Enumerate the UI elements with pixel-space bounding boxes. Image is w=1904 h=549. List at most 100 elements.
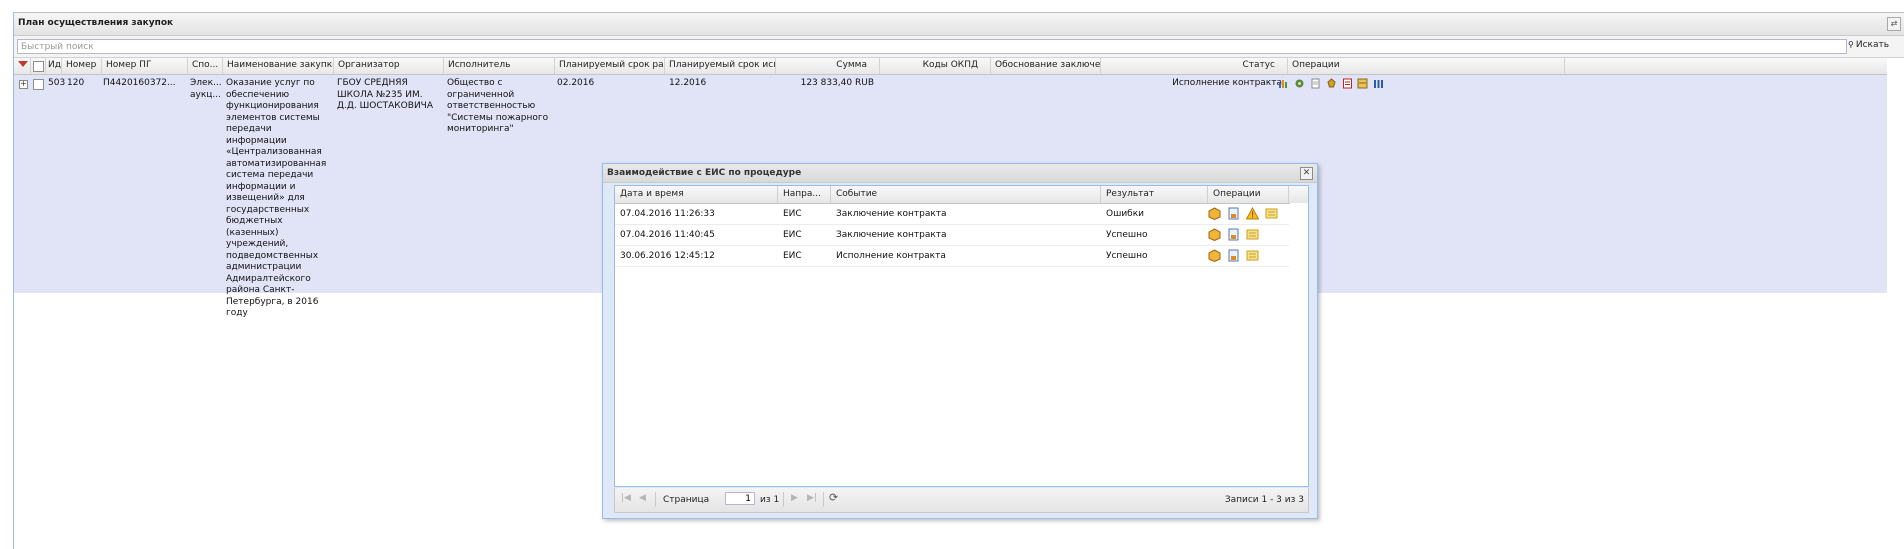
cell-plan-placement: 02.2016 bbox=[557, 78, 595, 88]
col-executor[interactable]: Исполнитель bbox=[444, 58, 555, 74]
quick-search-input[interactable] bbox=[17, 39, 1847, 54]
search-button-label: Искать bbox=[1855, 40, 1890, 50]
col-event[interactable]: Событие bbox=[831, 186, 1101, 203]
chart-icon[interactable] bbox=[1278, 78, 1289, 89]
row-operations bbox=[1278, 78, 1386, 90]
filter-icon bbox=[18, 61, 28, 67]
cell-result: Успешно bbox=[1106, 251, 1148, 261]
cell-datetime: 07.04.2016 11:26:33 bbox=[620, 209, 715, 219]
search-bar: ⚲Искать bbox=[14, 36, 1904, 58]
document-icon[interactable] bbox=[1310, 78, 1321, 89]
col-status[interactable]: Статус bbox=[1101, 58, 1288, 74]
document-icon[interactable] bbox=[1227, 207, 1240, 220]
select-all-column bbox=[31, 58, 46, 74]
col-name[interactable]: Наименование закупки bbox=[223, 58, 334, 74]
cell-method: Элек... аукц... bbox=[190, 78, 222, 100]
stats-icon[interactable] bbox=[1373, 78, 1384, 89]
cell-event: Исполнение контракта bbox=[836, 251, 946, 261]
dialog-scrollbar[interactable] bbox=[1290, 203, 1308, 486]
col-pg-number[interactable]: Номер ПГ bbox=[102, 58, 188, 74]
page-number-input[interactable] bbox=[725, 492, 755, 505]
binoculars-icon: ⚲ bbox=[1848, 40, 1854, 49]
document-icon[interactable] bbox=[1227, 228, 1240, 241]
col-result[interactable]: Результат bbox=[1101, 186, 1208, 203]
gear-icon[interactable] bbox=[1294, 78, 1305, 89]
cell-status: Исполнение контракта bbox=[1172, 78, 1282, 88]
eis-interaction-dialog: Взаимодействие с ЕИС по процедуре ✕ Дата… bbox=[602, 163, 1318, 519]
note-icon[interactable] bbox=[1246, 228, 1259, 241]
search-button[interactable]: ⚲ Искать bbox=[1848, 40, 1889, 50]
col-dialog-operations[interactable]: Операции bbox=[1208, 186, 1289, 203]
col-plan-execution[interactable]: Планируемый срок исп... bbox=[665, 58, 776, 74]
page-label: Страница bbox=[663, 495, 710, 505]
cell-number: 120 bbox=[67, 78, 85, 88]
cell-datetime: 30.06.2016 12:45:12 bbox=[620, 251, 715, 261]
cell-event: Заключение контракта bbox=[836, 230, 947, 240]
grid-header: Иде Номер Номер ПГ Спо... Наименование з… bbox=[14, 58, 1887, 75]
last-page-icon[interactable]: ▶| bbox=[807, 493, 817, 503]
pager-separator bbox=[783, 492, 784, 507]
select-all-checkbox[interactable] bbox=[33, 61, 44, 72]
col-method[interactable]: Спо... bbox=[188, 58, 223, 74]
cell-pg-number: П4420160372... bbox=[103, 78, 176, 88]
table-row[interactable]: 30.06.2016 12:45:12 ЕИС Исполнение контр… bbox=[615, 246, 1289, 267]
archive-icon[interactable] bbox=[1357, 78, 1368, 89]
cell-executor: Общество с ограниченной ответственностью… bbox=[447, 78, 549, 134]
dialog-title: Взаимодействие с ЕИС по процедуре bbox=[607, 168, 802, 178]
emblem-icon[interactable] bbox=[1326, 78, 1337, 89]
row-operations bbox=[1208, 228, 1262, 241]
cell-plan-execution: 12.2016 bbox=[669, 78, 707, 88]
page-count-label: из 1 bbox=[760, 495, 780, 505]
col-sum[interactable]: Сумма bbox=[776, 58, 880, 74]
pager-separator bbox=[655, 492, 656, 507]
col-plan-placement[interactable]: Планируемый срок раз... bbox=[555, 58, 665, 74]
col-operations[interactable]: Операции bbox=[1288, 58, 1565, 74]
cell-result: Успешно bbox=[1106, 230, 1148, 240]
filter-column[interactable] bbox=[14, 58, 31, 74]
cell-direction: ЕИС bbox=[783, 209, 802, 219]
pagination-toolbar: |◀ ◀ Страница из 1 ▶ ▶| ⟳ Записи 1 - 3 и… bbox=[614, 488, 1309, 513]
cell-organizer: ГБОУ СРЕДНЯЯ ШКОЛА №235 ИМ. Д.Д. ШОСТАКО… bbox=[337, 78, 433, 111]
dialog-header: Взаимодействие с ЕИС по процедуре ✕ bbox=[603, 164, 1317, 183]
package-icon[interactable] bbox=[1208, 207, 1221, 220]
refresh-icon[interactable]: ⟳ bbox=[829, 492, 842, 505]
dialog-grid: Дата и время Напра... Событие Результат … bbox=[614, 185, 1309, 487]
row-expand-icon[interactable]: + bbox=[19, 80, 28, 89]
cell-name: Оказание услуг по обеспечению функционир… bbox=[226, 78, 327, 318]
prev-page-icon[interactable]: ◀ bbox=[639, 493, 646, 503]
package-icon[interactable] bbox=[1208, 228, 1221, 241]
cell-event: Заключение контракта bbox=[836, 209, 947, 219]
first-page-icon[interactable]: |◀ bbox=[621, 493, 631, 503]
cell-result: Ошибки bbox=[1106, 209, 1145, 219]
row-checkbox[interactable] bbox=[33, 79, 44, 90]
col-id[interactable]: Иде bbox=[46, 58, 62, 74]
panel-title: План осуществления закупок bbox=[18, 18, 174, 28]
table-row[interactable]: 07.04.2016 11:40:45 ЕИС Заключение контр… bbox=[615, 225, 1289, 246]
cell-sum: 123 833,40 RUB bbox=[800, 78, 874, 88]
next-page-icon[interactable]: ▶ bbox=[791, 493, 798, 503]
records-info: Записи 1 - 3 из 3 bbox=[1224, 495, 1304, 505]
report-icon[interactable] bbox=[1342, 78, 1353, 89]
cell-id: 503 bbox=[48, 78, 66, 88]
note-icon[interactable] bbox=[1265, 207, 1278, 220]
col-direction[interactable]: Напра... bbox=[778, 186, 831, 203]
panel-refresh-icon[interactable]: ⇄ bbox=[1887, 17, 1901, 31]
col-justification[interactable]: Обоснование заключе... bbox=[991, 58, 1101, 74]
col-datetime[interactable]: Дата и время bbox=[615, 186, 778, 203]
document-icon[interactable] bbox=[1227, 249, 1240, 262]
row-operations bbox=[1208, 249, 1262, 262]
col-okpd[interactable]: Коды ОКПД bbox=[880, 58, 991, 74]
col-number[interactable]: Номер bbox=[62, 58, 102, 74]
panel-header: План осуществления закупок ⇄ bbox=[14, 13, 1904, 36]
pager-separator bbox=[823, 492, 824, 507]
row-operations bbox=[1208, 207, 1281, 220]
warning-icon[interactable] bbox=[1245, 207, 1259, 220]
dialog-grid-header: Дата и время Напра... Событие Результат … bbox=[615, 186, 1308, 204]
cell-datetime: 07.04.2016 11:40:45 bbox=[620, 230, 715, 240]
cell-direction: ЕИС bbox=[783, 251, 802, 261]
table-row[interactable]: 07.04.2016 11:26:33 ЕИС Заключение контр… bbox=[615, 204, 1289, 225]
close-icon[interactable]: ✕ bbox=[1300, 167, 1313, 180]
package-icon[interactable] bbox=[1208, 249, 1221, 262]
col-organizer[interactable]: Организатор bbox=[334, 58, 444, 74]
note-icon[interactable] bbox=[1246, 249, 1259, 262]
